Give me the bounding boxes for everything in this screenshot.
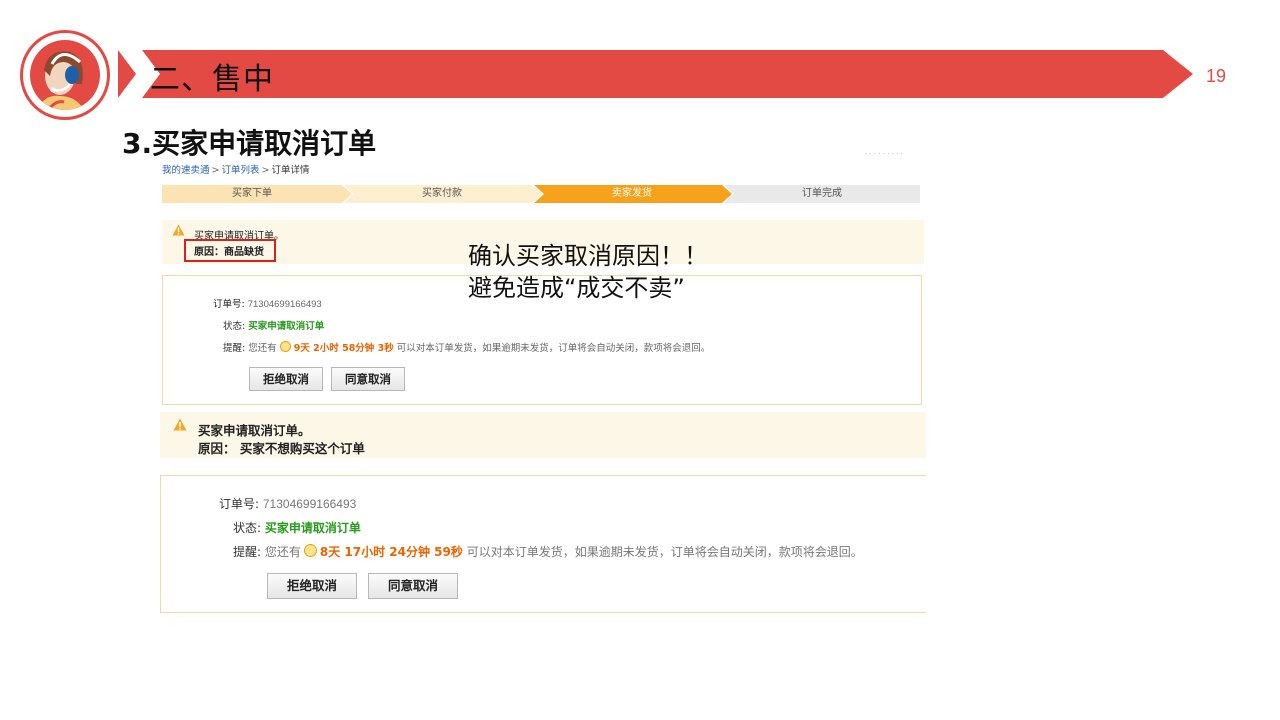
step-buyer-pay: 买家付款 <box>422 188 462 199</box>
breadcrumb-separator: > <box>211 165 220 176</box>
status-label: 状态: <box>233 521 262 535</box>
reminder-suffix: 可以对本订单发货，如果逾期未发货，订单将会自动关闭，款项将会退回。 <box>466 545 863 559</box>
reminder-label: 提醒: <box>223 343 246 354</box>
reminder-suffix: 可以对本订单发货，如果逾期未发货，订单将会自动关闭，款项将会退回。 <box>396 343 711 354</box>
status-value: 买家申请取消订单 <box>264 521 361 535</box>
order-number: 71304699166493 <box>262 497 357 511</box>
breadcrumb-separator: > <box>261 165 270 176</box>
notice-reason: 原因：商品缺货 <box>194 247 264 258</box>
banner-arrow-shape <box>118 50 1193 98</box>
order-number: 71304699166493 <box>247 299 322 310</box>
breadcrumb: 我的速卖通 > 订单列表 > 订单详情 <box>162 162 309 176</box>
section-banner: 二、售中 <box>118 50 1193 98</box>
status-value: 买家申请取消订单 <box>248 321 325 332</box>
step-order-complete: 订单完成 <box>802 188 842 199</box>
reject-cancel-button[interactable]: 拒绝取消 <box>249 367 323 391</box>
annotation-line-1: 确认买家取消原因！！ <box>468 242 708 270</box>
reminder-row: 提醒: 您还有 9天 2小时 58分钟 3秒 可以对本订单发货，如果逾期未发货，订… <box>223 340 710 354</box>
order-number-label: 订单号: <box>213 299 245 310</box>
customer-service-logo <box>20 30 110 120</box>
breadcrumb-current: 订单详情 <box>271 165 310 176</box>
reminder-row: 提醒: 您还有 8天 17小时 24分钟 59秒 可以对本订单发货，如果逾期未发货… <box>233 543 863 560</box>
warning-icon <box>172 224 185 236</box>
countdown: 9天 2小时 58分钟 3秒 <box>293 343 394 354</box>
section-title-text: 二、售中 <box>150 62 274 97</box>
order-progress-steps: 买家下单 买家付款 卖家发货 订单完成 <box>162 185 920 203</box>
step-buyer-order: 买家下单 <box>232 188 272 199</box>
status-label: 状态: <box>223 321 246 332</box>
step-seller-ship: 卖家发货 <box>612 188 652 199</box>
agree-cancel-button[interactable]: 同意取消 <box>331 367 405 391</box>
breadcrumb-order-list[interactable]: 订单列表 <box>221 165 259 176</box>
clock-icon <box>279 341 291 352</box>
top-right-faint-text: · · · · · · · · · <box>865 150 903 158</box>
status-row: 状态: 买家申请取消订单 <box>233 519 361 536</box>
reminder-prefix: 您还有 <box>248 343 277 354</box>
order-detail-screenshot: · · · · · · · · · 我的速卖通 > 订单列表 > 订单详情 买家下单 买… <box>160 150 926 614</box>
reminder-label: 提醒: <box>233 545 262 559</box>
warning-icon <box>173 418 187 431</box>
page-number: 19 <box>1206 66 1227 86</box>
reminder-prefix: 您还有 <box>264 545 301 559</box>
order-info-large: 订单号: 71304699166493 状态: 买家申请取消订单 提醒: 您还有… <box>160 475 926 613</box>
order-number-row: 订单号: 71304699166493 <box>219 495 356 512</box>
reject-cancel-button[interactable]: 拒绝取消 <box>267 573 357 599</box>
agree-cancel-button[interactable]: 同意取消 <box>368 573 458 599</box>
notice-reason: 原因： 买家不想购买这个订单 <box>198 441 365 456</box>
status-row: 状态: 买家申请取消订单 <box>223 318 324 332</box>
countdown: 8天 17小时 24分钟 59秒 <box>319 545 463 559</box>
cancel-request-notice-large: 买家申请取消订单。 原因： 买家不想购买这个订单 <box>160 412 926 458</box>
annotation-line-2: 避免造成“成交不卖” <box>468 274 685 302</box>
clock-icon <box>303 544 317 557</box>
notice-title: 买家申请取消订单。 <box>198 423 311 438</box>
order-number-label: 订单号: <box>219 497 260 511</box>
headset-agent-icon <box>30 40 100 110</box>
breadcrumb-my-aliexpress[interactable]: 我的速卖通 <box>162 165 210 176</box>
order-number-row: 订单号: 71304699166493 <box>213 296 322 310</box>
